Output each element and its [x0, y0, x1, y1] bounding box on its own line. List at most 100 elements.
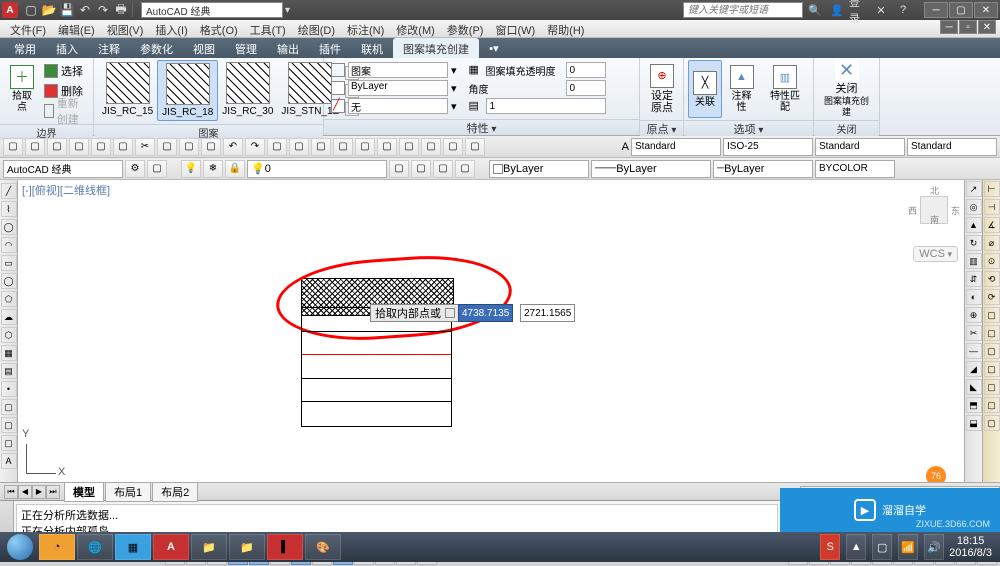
- mod-tool-icon[interactable]: ✂: [966, 325, 982, 341]
- doc-minimize-button[interactable]: ─: [940, 20, 958, 34]
- menu-dim[interactable]: 标注(N): [341, 20, 390, 37]
- transparency-input[interactable]: [566, 62, 606, 78]
- chevron-down-icon[interactable]: ▾: [451, 82, 457, 95]
- coord-y-input[interactable]: 2721.1565: [520, 304, 575, 322]
- linetype-select[interactable]: ─── ByLayer: [591, 160, 711, 178]
- dim-tool-icon[interactable]: ▢: [984, 361, 1000, 377]
- mod-tool-icon[interactable]: ▥: [966, 253, 982, 269]
- dim-tool-icon[interactable]: ⊙: [984, 253, 1000, 269]
- pb1-btn[interactable]: ▢: [333, 138, 353, 156]
- doc-close-button[interactable]: ✕: [978, 20, 996, 34]
- qat-redo-icon[interactable]: ↷: [94, 2, 112, 18]
- pb1-btn[interactable]: ▢: [289, 138, 309, 156]
- pb1-btn[interactable]: ▢: [355, 138, 375, 156]
- taskbar-app[interactable]: ◔: [39, 534, 75, 560]
- menu-format[interactable]: 格式(O): [194, 20, 244, 37]
- minimize-button[interactable]: ─: [924, 2, 948, 18]
- menu-edit[interactable]: 编辑(E): [52, 20, 101, 37]
- drawing-canvas[interactable]: [-][俯视][二维线框] 北 西 东 南 WCS ▾ 拾取内部点或 4738.…: [18, 180, 964, 482]
- tab-last-icon[interactable]: ⏭: [46, 485, 60, 499]
- tool-icon[interactable]: ⬡: [1, 327, 17, 343]
- dim-tool-icon[interactable]: ⌀: [984, 235, 1000, 251]
- circle-tool-icon[interactable]: ◯: [1, 219, 17, 235]
- pattern-swatch-2[interactable]: JIS_RC_30: [218, 60, 277, 119]
- login-label[interactable]: 登录: [849, 2, 869, 18]
- close-button[interactable]: ✕: [974, 2, 998, 18]
- recreate-button[interactable]: 重新创建: [42, 102, 87, 120]
- chevron-down-icon[interactable]: ▾: [451, 64, 457, 77]
- ribbon-tab-addins[interactable]: 插件: [309, 38, 351, 58]
- mod-tool-icon[interactable]: ◢: [966, 361, 982, 377]
- ribbon-tab-view[interactable]: 视图: [183, 38, 225, 58]
- pb1-btn[interactable]: ▢: [157, 138, 177, 156]
- pb1-btn[interactable]: ▢: [267, 138, 287, 156]
- layer-btn[interactable]: 💡: [181, 160, 201, 178]
- origin-button[interactable]: ⊕设定原点: [644, 60, 680, 118]
- taskbar-app[interactable]: A: [153, 534, 189, 560]
- qat-open-icon[interactable]: 📂: [40, 2, 58, 18]
- pb1-btn[interactable]: ▢: [201, 138, 221, 156]
- dimstyle-select[interactable]: ISO-25: [723, 138, 813, 156]
- dim-tool-icon[interactable]: ⊢: [984, 181, 1000, 197]
- tray-icon[interactable]: S: [820, 534, 840, 560]
- menu-view[interactable]: 视图(V): [101, 20, 150, 37]
- pb1-btn[interactable]: ▢: [421, 138, 441, 156]
- workspace-dropdown[interactable]: [141, 2, 283, 18]
- coord-x-input[interactable]: 4738.7135: [458, 304, 513, 322]
- tool-icon[interactable]: ▤: [1, 363, 17, 379]
- plotstyle-select[interactable]: BYCOLOR: [815, 160, 895, 178]
- layout-tab-model[interactable]: 模型: [64, 482, 104, 502]
- pb1-btn[interactable]: ↷: [245, 138, 265, 156]
- ws-btn[interactable]: ▢: [147, 160, 167, 178]
- pb1-btn[interactable]: ✂: [135, 138, 155, 156]
- pb1-btn[interactable]: ▢: [377, 138, 397, 156]
- view-label[interactable]: [-][俯视][二维线框]: [22, 182, 110, 198]
- mod-tool-icon[interactable]: ▲: [966, 217, 982, 233]
- taskbar-app[interactable]: ▌: [267, 534, 303, 560]
- tool-icon[interactable]: ⬠: [1, 291, 17, 307]
- viewcube-south[interactable]: 南: [930, 213, 939, 226]
- menu-window[interactable]: 窗口(W): [489, 20, 541, 37]
- layer-select[interactable]: 💡 0: [247, 160, 387, 178]
- pline-tool-icon[interactable]: ⌇: [1, 201, 17, 217]
- pb1-btn[interactable]: ▢: [47, 138, 67, 156]
- close-hatch-button[interactable]: ✕关闭图案填充创建: [818, 60, 875, 118]
- viewcube-west[interactable]: 西: [908, 204, 917, 217]
- dim-tool-icon[interactable]: ▢: [984, 343, 1000, 359]
- dim-tool-icon[interactable]: ⟲: [984, 271, 1000, 287]
- menu-param[interactable]: 参数(P): [441, 20, 490, 37]
- workspace-select[interactable]: AutoCAD 经典: [3, 160, 123, 178]
- pb1-btn[interactable]: ▢: [25, 138, 45, 156]
- layer-btn[interactable]: ▢: [411, 160, 431, 178]
- layer-btn[interactable]: ❄: [203, 160, 223, 178]
- pattern-swatch-1[interactable]: JIS_RC_18: [157, 60, 218, 121]
- pb1-btn[interactable]: ▢: [91, 138, 111, 156]
- tool-icon[interactable]: •: [1, 381, 17, 397]
- mlstyle-select[interactable]: Standard: [907, 138, 997, 156]
- taskbar-app[interactable]: ▦: [115, 534, 151, 560]
- search-input[interactable]: [683, 2, 803, 18]
- taskbar-clock[interactable]: 18:152016/8/3: [949, 535, 992, 559]
- view-cube[interactable]: 北 西 东 南: [908, 184, 960, 244]
- mod-tool-icon[interactable]: ◣: [966, 379, 982, 395]
- start-button[interactable]: [2, 533, 38, 561]
- dim-tool-icon[interactable]: ▢: [984, 307, 1000, 323]
- tool-icon[interactable]: ▢: [1, 417, 17, 433]
- pb1-btn[interactable]: ▢: [443, 138, 463, 156]
- tray-icon[interactable]: ▲: [846, 534, 866, 560]
- angle-input[interactable]: [566, 80, 606, 96]
- scale-input[interactable]: [486, 98, 606, 114]
- layer-btn[interactable]: ▢: [389, 160, 409, 178]
- mod-tool-icon[interactable]: ⬒: [966, 397, 982, 413]
- pb1-btn[interactable]: ▢: [399, 138, 419, 156]
- hatch-type-select[interactable]: 图案: [348, 62, 448, 78]
- hatch-color-select[interactable]: ByLayer: [348, 80, 448, 96]
- taskbar-app[interactable]: 📁: [229, 534, 265, 560]
- menu-file[interactable]: 文件(F): [4, 20, 52, 37]
- ribbon-tab-online[interactable]: 联机: [351, 38, 393, 58]
- pb1-btn[interactable]: ▢: [113, 138, 133, 156]
- pb1-btn[interactable]: ↶: [223, 138, 243, 156]
- mod-tool-icon[interactable]: ⇵: [966, 271, 982, 287]
- pb1-btn[interactable]: ▢: [311, 138, 331, 156]
- tool-icon[interactable]: ▢: [1, 435, 17, 451]
